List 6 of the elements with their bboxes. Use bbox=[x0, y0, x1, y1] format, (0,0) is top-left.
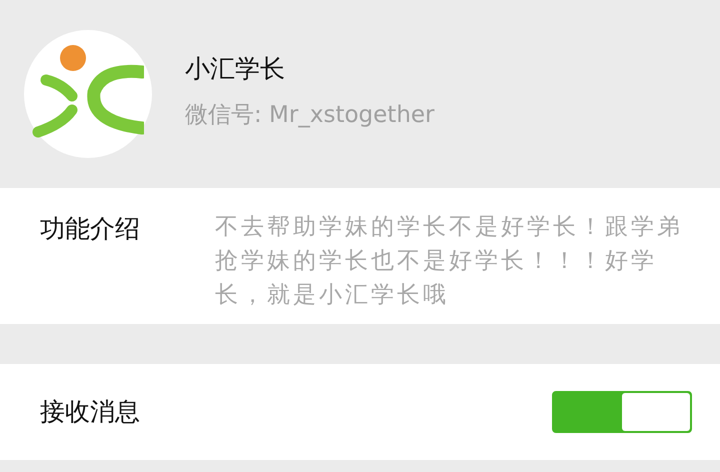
wechat-id: 微信号: Mr_xstogether bbox=[185, 100, 434, 130]
account-name: 小汇学长 bbox=[185, 53, 286, 85]
toggle-switch[interactable] bbox=[552, 391, 692, 433]
receive-messages-label: 接收消息 bbox=[40, 396, 140, 428]
intro-label: 功能介绍 bbox=[39, 213, 141, 245]
intro-text: 不去帮助学妹的学长不是好学长！跟学弟抢学妹的学长也不是好学长！！！好学长，就是小汇学长哦 bbox=[215, 213, 684, 310]
